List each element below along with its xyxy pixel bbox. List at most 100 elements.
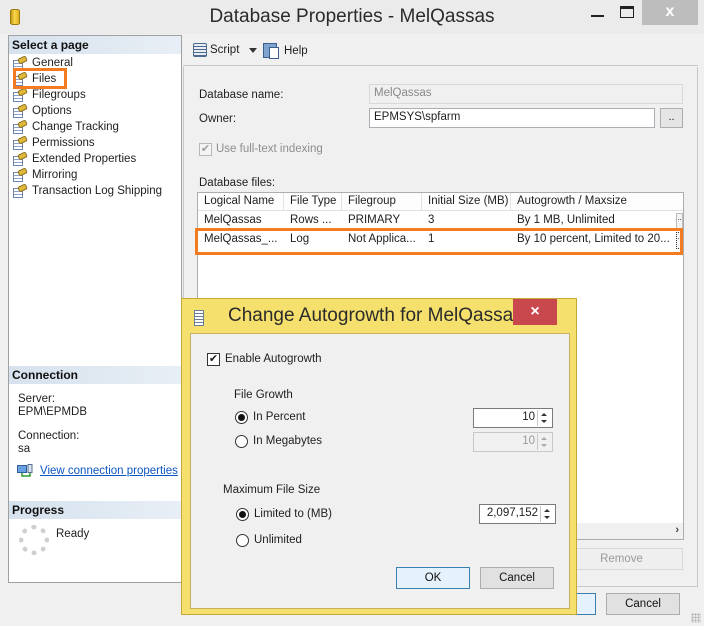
dialog-title: Change Autogrowth for MelQassas_...	[228, 305, 550, 326]
change-autogrowth-dialog: Change Autogrowth for MelQassas_... × ✔ …	[181, 298, 577, 615]
connection-properties-icon	[17, 464, 33, 477]
stepper-arrows	[537, 434, 551, 450]
progress-status: Ready	[56, 528, 90, 540]
database-name-field: MelQassas	[369, 84, 683, 104]
column-header-initial-size[interactable]: Initial Size (MB)	[422, 193, 511, 211]
enable-autogrowth-label: Enable Autogrowth	[225, 353, 322, 365]
database-name-label: Database name:	[199, 89, 284, 101]
page-properties-icon	[13, 134, 28, 150]
page-item-transaction-log-shipping[interactable]: Transaction Log Shipping	[13, 182, 162, 199]
in-megabytes-stepper: 10	[473, 432, 553, 452]
stepper-arrows[interactable]	[540, 506, 554, 522]
view-connection-properties-link[interactable]: View connection properties	[40, 465, 178, 477]
page-item-options[interactable]: Options	[13, 102, 72, 119]
remove-button: Remove	[560, 548, 683, 570]
page-properties-icon	[13, 102, 28, 118]
close-button[interactable]: x	[642, 0, 698, 25]
fulltext-label: Use full-text indexing	[216, 143, 323, 155]
unlimited-label: Unlimited	[254, 534, 302, 546]
script-button[interactable]: Script	[193, 43, 258, 57]
limited-to-stepper[interactable]: 2,097,152	[479, 504, 556, 524]
page-item-change-tracking[interactable]: Change Tracking	[13, 118, 119, 135]
file-growth-label: File Growth	[234, 389, 293, 401]
page-item-label: Filegroups	[32, 89, 86, 101]
limited-to-value: 2,097,152	[486, 507, 538, 519]
unlimited-radio[interactable]	[236, 534, 249, 547]
in-megabytes-radio[interactable]	[235, 435, 248, 448]
maximize-icon	[620, 6, 634, 18]
column-header-filegroup[interactable]: Filegroup	[342, 193, 422, 211]
grid-header: Logical Name File Type Filegroup Initial…	[198, 193, 683, 211]
maximize-button[interactable]	[612, 0, 642, 24]
page-properties-icon	[13, 150, 28, 166]
limited-to-radio[interactable]	[236, 508, 249, 521]
server-label: Server:	[18, 393, 56, 405]
in-percent-radio[interactable]	[235, 411, 248, 424]
page-properties-icon	[13, 166, 28, 182]
toolbar: Script Help	[183, 36, 698, 66]
dialog-ok-button[interactable]: OK	[396, 567, 470, 589]
page-properties-icon	[13, 86, 28, 102]
arrow-down-icon[interactable]	[544, 516, 550, 519]
maximum-file-size-label: Maximum File Size	[223, 484, 321, 496]
progress-spinner-icon	[19, 525, 49, 555]
arrow-up-icon[interactable]	[541, 413, 547, 416]
minimize-icon	[591, 15, 604, 17]
stepper-arrows[interactable]	[537, 410, 551, 426]
in-megabytes-value: 10	[522, 435, 535, 447]
connection-value: sa	[18, 443, 31, 455]
enable-autogrowth-checkbox[interactable]: ✔	[207, 353, 220, 366]
page-properties-icon	[13, 118, 28, 134]
page-item-mirroring[interactable]: Mirroring	[13, 166, 78, 183]
scroll-right-icon[interactable]: ›	[675, 524, 679, 536]
page-item-label: Permissions	[32, 137, 95, 149]
left-panel: Select a page General Files Filegroups O…	[8, 35, 182, 583]
dialog-body: ✔ Enable Autogrowth File Growth In Perce…	[190, 333, 570, 609]
help-button[interactable]: Help	[263, 43, 308, 59]
connection-header: Connection	[9, 366, 181, 384]
files-highlight-box	[13, 68, 67, 89]
arrow-up-icon[interactable]	[544, 509, 550, 512]
resize-grip[interactable]	[691, 613, 701, 623]
dialog-cancel-button[interactable]: Cancel	[480, 567, 554, 589]
script-icon	[193, 43, 207, 57]
arrow-up-icon	[541, 437, 547, 440]
cancel-button[interactable]: Cancel	[606, 593, 680, 615]
column-header-logical-name[interactable]: Logical Name	[198, 193, 284, 211]
column-header-autogrowth[interactable]: Autogrowth / Maxsize	[511, 193, 676, 211]
arrow-down-icon[interactable]	[541, 420, 547, 423]
chevron-down-icon[interactable]	[249, 47, 258, 53]
browse-owner-button[interactable]: ..	[660, 108, 683, 128]
column-header-file-type[interactable]: File Type	[284, 193, 342, 211]
arrow-down-icon	[541, 444, 547, 447]
page-item-permissions[interactable]: Permissions	[13, 134, 95, 151]
owner-label: Owner:	[199, 113, 237, 125]
script-label: Script	[210, 44, 240, 56]
close-icon: ×	[530, 303, 540, 320]
minimize-button[interactable]	[582, 0, 612, 24]
connection-label: Connection:	[18, 430, 80, 442]
page-item-label: Mirroring	[32, 169, 78, 181]
page-properties-icon	[13, 182, 28, 198]
close-icon: x	[665, 3, 675, 20]
in-megabytes-label: In Megabytes	[253, 435, 323, 447]
in-percent-value: 10	[522, 411, 535, 423]
page-item-extended-properties[interactable]: Extended Properties	[13, 150, 136, 167]
help-icon	[263, 43, 279, 59]
selected-row-highlight	[195, 228, 683, 255]
fulltext-checkbox: ✔	[199, 143, 212, 156]
page-item-label: Options	[32, 105, 72, 117]
page-item-filegroups[interactable]: Filegroups	[13, 86, 86, 103]
progress-header: Progress	[9, 501, 181, 519]
help-label: Help	[284, 44, 308, 57]
in-percent-label: In Percent	[253, 411, 306, 423]
owner-field[interactable]: EPMSYS\spfarm	[369, 108, 655, 128]
limited-to-label: Limited to (MB)	[254, 508, 332, 520]
database-files-label: Database files:	[199, 177, 276, 189]
dialog-icon	[194, 310, 204, 326]
title-bar: Database Properties - MelQassas x	[0, 0, 704, 34]
in-percent-stepper[interactable]: 10	[473, 408, 553, 428]
dialog-close-button[interactable]: ×	[513, 299, 557, 325]
server-value: EPM\EPMDB	[18, 406, 88, 418]
page-item-label: Transaction Log Shipping	[32, 185, 162, 197]
